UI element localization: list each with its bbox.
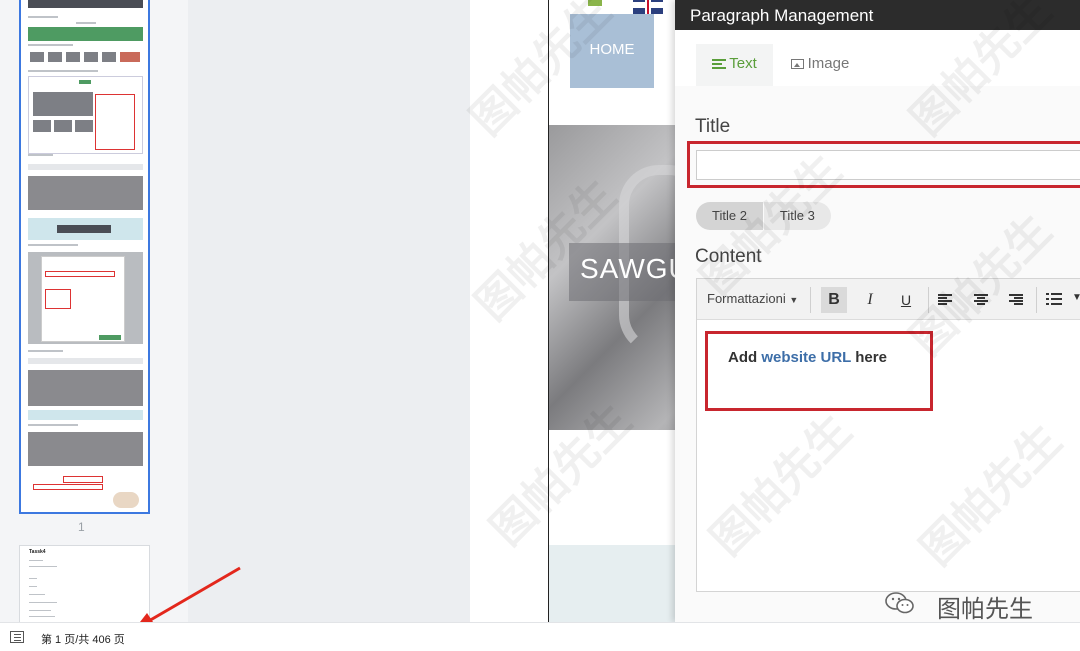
paragraph-lines-icon (712, 59, 727, 70)
thumbnail-graphic (120, 52, 140, 62)
thumbnail-graphic (29, 594, 45, 595)
status-bar: 第 1 页/共 406 页 (0, 622, 1080, 651)
align-center-icon[interactable] (974, 294, 988, 306)
align-left-icon[interactable] (938, 294, 952, 306)
thumbnail-graphic (28, 16, 58, 18)
toolbar-divider (928, 287, 929, 313)
thumbnail-graphic (95, 94, 135, 150)
title-input[interactable] (696, 150, 1080, 180)
underline-button[interactable]: U (893, 287, 919, 313)
thumbnail-page-title: Tassk4 (29, 549, 46, 555)
thumbnail-graphic (99, 335, 121, 340)
thumbnail-graphic (29, 616, 55, 617)
thumbnail-graphic (28, 358, 143, 364)
brand-label: 图帕先生 (937, 596, 1033, 623)
toolbar-divider (810, 287, 811, 313)
thumbnail-graphic (28, 176, 143, 210)
editor-content[interactable]: Add website URL here (728, 349, 887, 366)
align-right-icon[interactable] (1009, 294, 1023, 306)
italic-button[interactable]: I (857, 287, 883, 313)
thumbnail-graphic (75, 120, 93, 132)
tab-text[interactable]: Text (696, 44, 773, 86)
thumbnail-graphic (76, 22, 96, 24)
bold-button[interactable]: B (821, 287, 847, 313)
thumbnail-graphic (113, 492, 139, 508)
title-3-button[interactable]: Title 3 (763, 202, 831, 230)
modal-tabs: Text Image (675, 30, 1080, 86)
tab-label: Text (729, 55, 757, 72)
heading-level-toggle: Title 2 Title 3 (696, 202, 831, 230)
thumbnail-graphic (28, 244, 78, 246)
caret-down-icon: ▼ (789, 295, 799, 305)
thumbnail-graphic (28, 350, 63, 352)
thumbnail-graphic (29, 610, 51, 611)
thumbnail-graphic (28, 164, 143, 170)
caret-down-icon[interactable]: ▼ (1072, 292, 1080, 303)
modal-title: Paragraph Management (690, 6, 874, 25)
content-link[interactable]: website URL (761, 349, 851, 366)
thumbnail-graphic (29, 566, 57, 567)
title-2-button[interactable]: Title 2 (696, 202, 763, 230)
thumbnail-graphic (28, 432, 143, 466)
content-text-suffix: here (851, 349, 887, 366)
tab-label: Image (807, 55, 850, 72)
thumbnail-graphic (33, 92, 93, 116)
paragraph-management-modal: Paragraph Management Text Image Title Ti… (675, 0, 1080, 622)
hero-title: SAWGU (580, 253, 690, 284)
thumbnail-graphic (28, 424, 78, 426)
page-thumbnail-1[interactable] (19, 0, 150, 514)
outline-icon[interactable] (10, 631, 24, 643)
thumbnail-graphic (30, 52, 44, 62)
uk-flag-icon (633, 0, 663, 14)
content-label: Content (695, 246, 762, 267)
thumbnail-graphic (57, 225, 111, 233)
thumbnail-graphic (63, 476, 103, 483)
modal-body: Title Title 2 Title 3 Content Formattazi… (675, 86, 1080, 622)
bullet-list-icon[interactable] (1046, 292, 1062, 306)
rich-text-editor: Formattazioni ▼ B I U ▼ Add website URL … (696, 278, 1080, 592)
thumbnail-graphic (28, 27, 143, 41)
thumbnail-graphic (102, 52, 116, 62)
thumbnail-graphic (29, 560, 43, 561)
format-dropdown[interactable]: Formattazioni ▼ (707, 291, 798, 306)
thumbnail-graphic (33, 120, 51, 132)
thumbnail-graphic (84, 52, 98, 62)
thumbnail-graphic (33, 484, 103, 490)
thumbnail-graphic (45, 271, 115, 277)
thumbnail-graphic (29, 578, 37, 579)
thumbnail-graphic (45, 289, 71, 309)
thumbnail-sidebar: 1 Tassk4 (0, 0, 188, 622)
content-text-prefix: Add (728, 349, 762, 366)
wechat-icon (885, 592, 914, 614)
page-thumbnail-2[interactable]: Tassk4 (19, 545, 150, 622)
thumbnail-page-number: 1 (78, 520, 85, 534)
thumbnail-graphic (28, 370, 143, 406)
nav-home[interactable]: HOME (570, 14, 654, 88)
thumbnail-graphic (28, 410, 143, 420)
thumbnail-graphic (28, 0, 143, 8)
thumbnail-graphic (79, 80, 91, 84)
page-indicator: 第 1 页/共 406 页 (41, 634, 125, 646)
thumbnail-graphic (28, 70, 98, 72)
format-dropdown-label: Formattazioni (707, 291, 786, 306)
toolbar-divider (1036, 287, 1037, 313)
modal-header: Paragraph Management (675, 0, 1080, 30)
thumbnail-graphic (29, 586, 37, 587)
flag-icon (588, 0, 602, 6)
thumbnail-graphic (29, 602, 57, 603)
title-label: Title (695, 116, 731, 137)
thumbnail-graphic (66, 52, 80, 62)
thumbnail-graphic (28, 44, 73, 46)
editor-toolbar: Formattazioni ▼ B I U ▼ (697, 279, 1080, 320)
tab-image[interactable]: Image (780, 44, 860, 86)
content-highlight-box (705, 331, 933, 411)
picture-icon (790, 59, 804, 70)
thumbnail-graphic (48, 52, 62, 62)
thumbnail-graphic (28, 154, 53, 156)
thumbnail-graphic (54, 120, 72, 132)
